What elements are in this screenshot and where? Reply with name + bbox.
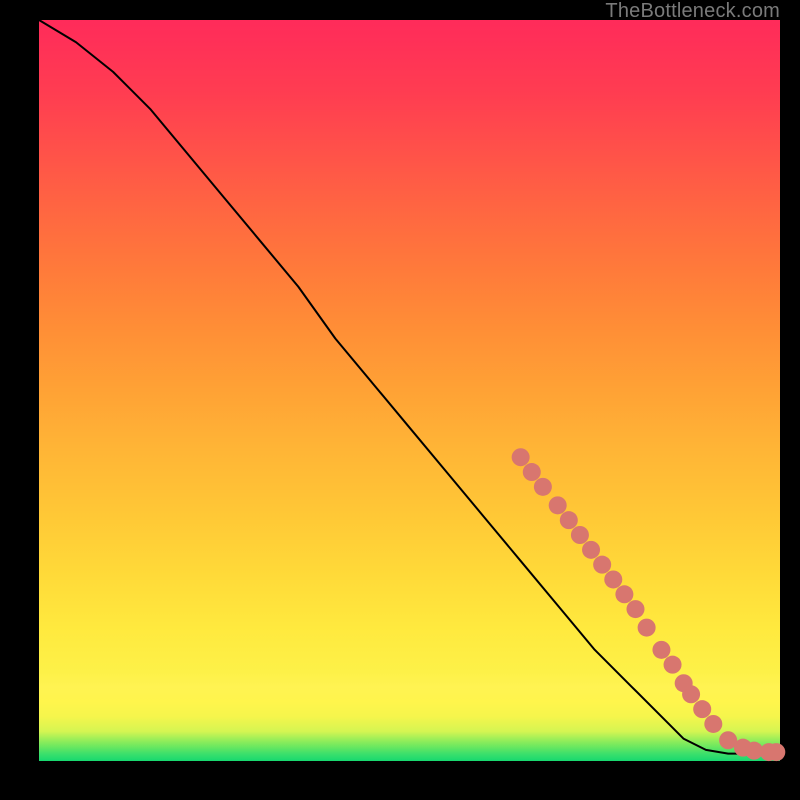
curve-line [39, 20, 780, 754]
marker-dot [523, 463, 541, 481]
marker-dot [593, 556, 611, 574]
marker-dot [571, 526, 589, 544]
marker-dot [767, 743, 785, 761]
marker-dot [682, 685, 700, 703]
marker-dot [615, 585, 633, 603]
marker-dot [627, 600, 645, 618]
marker-dot [704, 715, 722, 733]
marker-dot [582, 541, 600, 559]
marker-dot [512, 448, 530, 466]
marker-dot [693, 700, 711, 718]
marker-dot [534, 478, 552, 496]
chart-svg [0, 0, 800, 800]
marker-dot [664, 656, 682, 674]
marker-dot [604, 570, 622, 588]
attribution-label: TheBottleneck.com [605, 0, 780, 23]
marker-dot [638, 619, 656, 637]
marker-dot [560, 511, 578, 529]
highlight-markers [512, 448, 786, 761]
marker-dot [652, 641, 670, 659]
chart-frame: TheBottleneck.com [0, 0, 800, 800]
marker-dot [549, 496, 567, 514]
